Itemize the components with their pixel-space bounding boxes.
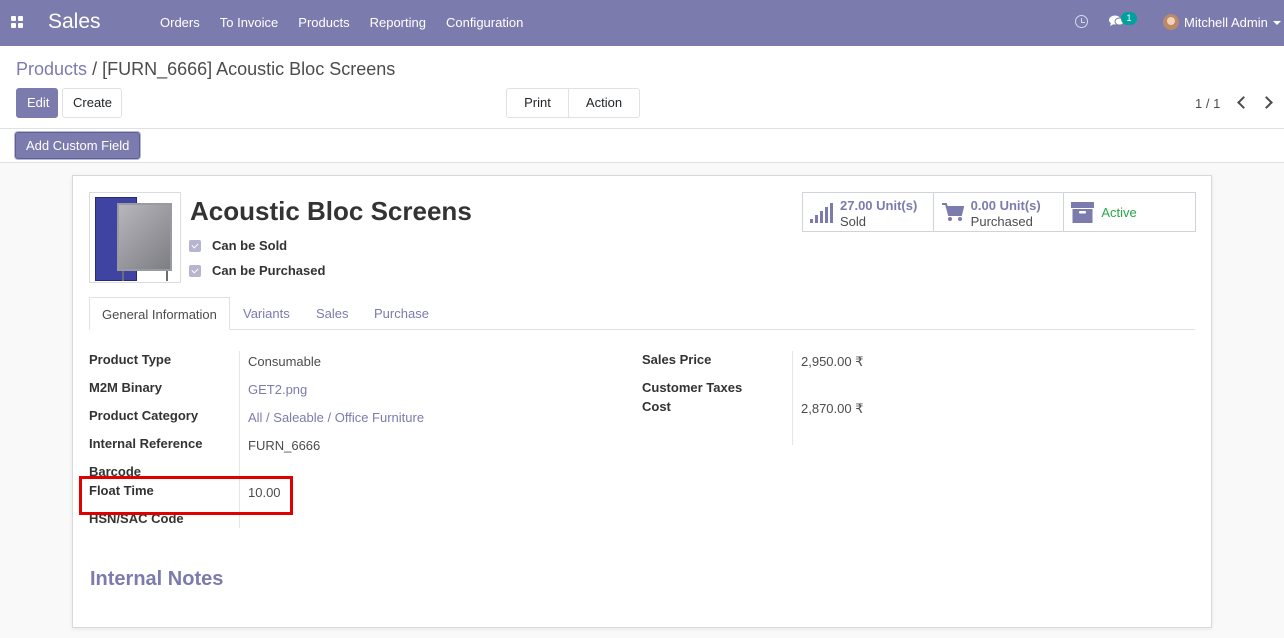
print-dropdown-button[interactable]: Print <box>506 88 569 134</box>
action-label: Action <box>585 95 623 110</box>
product-image[interactable] <box>89 192 181 283</box>
menu-item-configuration[interactable]: Configuration <box>446 15 523 30</box>
tab-general-information[interactable]: General Information <box>89 297 230 330</box>
sold-value: 27.00 Unit(s) <box>840 198 918 213</box>
menu-item-to-invoice[interactable]: To Invoice <box>220 15 279 30</box>
can-be-sold-row: Can be Sold <box>189 238 287 253</box>
breadcrumb-current: [FURN_6666] Acoustic Bloc Screens <box>102 59 396 79</box>
purchased-value: 0.00 Unit(s) <box>970 198 1041 213</box>
product-form-sheet: Acoustic Bloc Screens Can be Sold Can be… <box>72 175 1212 628</box>
pager-value[interactable]: 1 / 1 <box>1195 96 1220 111</box>
action-dropdown-button[interactable]: Action <box>568 88 640 134</box>
smart-buttons: 27.00 Unit(s) Sold 0.00 Unit(s) Purchase… <box>802 192 1196 232</box>
can-be-sold-label: Can be Sold <box>212 238 288 253</box>
create-button[interactable]: Create <box>62 88 122 118</box>
m2m-binary-link[interactable]: GET2.png <box>248 382 307 397</box>
pager-previous-icon[interactable] <box>1237 96 1250 109</box>
user-avatar[interactable] <box>1163 14 1179 30</box>
cost-value: 2,870.00 ₹ <box>801 401 864 416</box>
tab-purchase[interactable]: Purchase <box>374 297 429 330</box>
apps-menu-icon[interactable] <box>11 16 23 28</box>
screen-panel-front <box>117 203 172 271</box>
product-name: Acoustic Bloc Screens <box>190 196 472 226</box>
app-brand[interactable]: Sales <box>48 10 101 34</box>
screen-leg <box>166 271 168 281</box>
breadcrumb-products-link[interactable]: Products <box>16 59 87 79</box>
activity-clock-icon[interactable] <box>1075 15 1088 28</box>
can-be-purchased-row: Can be Purchased <box>189 263 325 278</box>
product-type-label: Product Type <box>89 352 172 367</box>
product-category-link[interactable]: All / Saleable / Office Furniture <box>248 410 424 425</box>
add-custom-field-button[interactable]: Add Custom Field <box>15 132 141 159</box>
tab-sales[interactable]: Sales <box>316 297 349 330</box>
internal-reference-label: Internal Reference <box>89 436 203 451</box>
signal-bars-icon <box>810 203 834 223</box>
pager-next-icon[interactable] <box>1260 96 1273 109</box>
menu-item-products[interactable]: Products <box>298 15 349 30</box>
can-be-purchased-label: Can be Purchased <box>212 263 326 278</box>
product-category-label: Product Category <box>89 408 199 423</box>
chat-count-badge: 1 <box>1121 12 1137 25</box>
internal-notes-title: Internal Notes <box>90 568 224 590</box>
purchased-smart-button[interactable]: 0.00 Unit(s) Purchased <box>934 193 1065 231</box>
archive-box-icon <box>1071 202 1095 223</box>
form-tabs: General Information Variants Sales Purch… <box>89 297 1195 330</box>
sales-price-label: Sales Price <box>642 352 712 367</box>
user-menu-caret-icon[interactable] <box>1273 21 1281 25</box>
sales-price-value: 2,950.00 ₹ <box>801 354 864 369</box>
edit-button[interactable]: Edit <box>16 88 58 118</box>
float-time-highlight <box>79 476 293 515</box>
shopping-cart-icon <box>941 203 964 221</box>
sold-smart-button[interactable]: 27.00 Unit(s) Sold <box>803 193 934 231</box>
user-menu-name[interactable]: Mitchell Admin <box>1184 15 1268 30</box>
sold-label: Sold <box>840 214 867 229</box>
purchased-label: Purchased <box>970 214 1033 229</box>
print-label: Print <box>524 95 551 110</box>
cost-label: Cost <box>642 399 671 414</box>
internal-reference-value: FURN_6666 <box>248 438 321 453</box>
active-toggle-button[interactable]: Active <box>1064 193 1195 231</box>
right-column-divider <box>792 351 793 445</box>
menu-item-orders[interactable]: Orders <box>160 15 200 30</box>
m2m-binary-label: M2M Binary <box>89 380 162 395</box>
can-be-purchased-checkbox[interactable] <box>189 264 201 277</box>
menu-item-reporting[interactable]: Reporting <box>370 15 426 30</box>
customer-taxes-label: Customer Taxes <box>642 380 743 395</box>
active-status: Active <box>1101 205 1137 220</box>
main-menu: Orders To Invoice Products Reporting Con… <box>160 15 523 30</box>
breadcrumb-separator: / <box>92 59 98 79</box>
control-panel: Products / [FURN_6666] Acoustic Bloc Scr… <box>0 46 1284 134</box>
top-navbar: Sales Orders To Invoice Products Reporti… <box>0 0 1284 46</box>
tab-variants[interactable]: Variants <box>243 297 290 330</box>
can-be-sold-checkbox[interactable] <box>189 239 201 252</box>
product-type-value: Consumable <box>248 354 321 369</box>
custom-field-bar: Add Custom Field <box>0 129 1284 163</box>
screen-leg <box>122 271 124 281</box>
breadcrumb: Products / [FURN_6666] Acoustic Bloc Scr… <box>16 59 395 80</box>
